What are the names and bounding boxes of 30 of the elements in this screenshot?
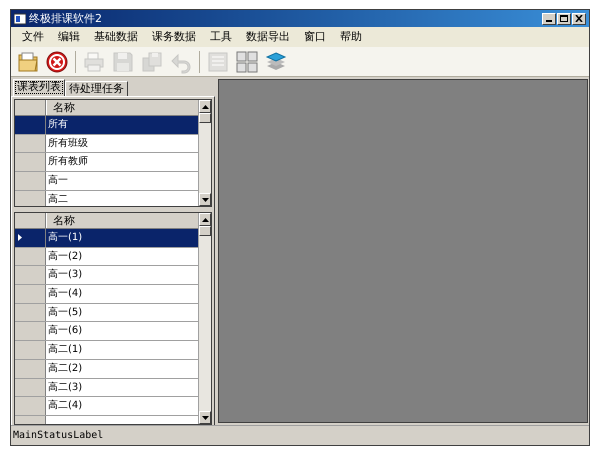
menu-item[interactable]: 数据导出 (241, 29, 295, 45)
scroll-up-icon[interactable] (202, 104, 208, 108)
status-label: MainStatusLabel (13, 429, 104, 443)
menu-item[interactable]: 工具 (205, 29, 237, 45)
close-icon (575, 15, 583, 22)
menu-item[interactable]: 课务数据 (147, 29, 201, 45)
tab[interactable]: 待处理任务 (65, 81, 128, 96)
vertical-scrollbar[interactable] (198, 100, 211, 206)
cancel-icon[interactable] (44, 48, 70, 74)
maximize-button[interactable] (557, 12, 571, 24)
menu-item[interactable]: 窗口 (299, 29, 331, 45)
app-icon (14, 12, 26, 24)
scroll-down-icon[interactable] (202, 416, 208, 420)
number-grid-icon[interactable] (234, 48, 260, 74)
current-row-icon (18, 234, 22, 242)
minimize-button[interactable] (542, 12, 556, 24)
table-cell[interactable]: 所有 (46, 116, 198, 134)
scroll-down-icon[interactable] (202, 198, 208, 202)
scroll-up-icon[interactable] (202, 218, 208, 222)
menu-item[interactable]: 编辑 (53, 29, 85, 45)
menu-item[interactable]: 基础数据 (89, 29, 143, 45)
close-button[interactable] (572, 12, 586, 24)
scrollbar-thumb[interactable] (199, 226, 211, 236)
vertical-scrollbar[interactable] (198, 213, 211, 424)
row-header[interactable] (15, 229, 46, 247)
menu-item[interactable]: 文件 (17, 29, 49, 45)
window-title: 终极排课软件2 (29, 13, 103, 24)
scrollbar-thumb[interactable] (199, 113, 211, 123)
menu-item[interactable]: 帮助 (335, 29, 367, 45)
table-cell[interactable]: 高一(1) (46, 229, 198, 247)
